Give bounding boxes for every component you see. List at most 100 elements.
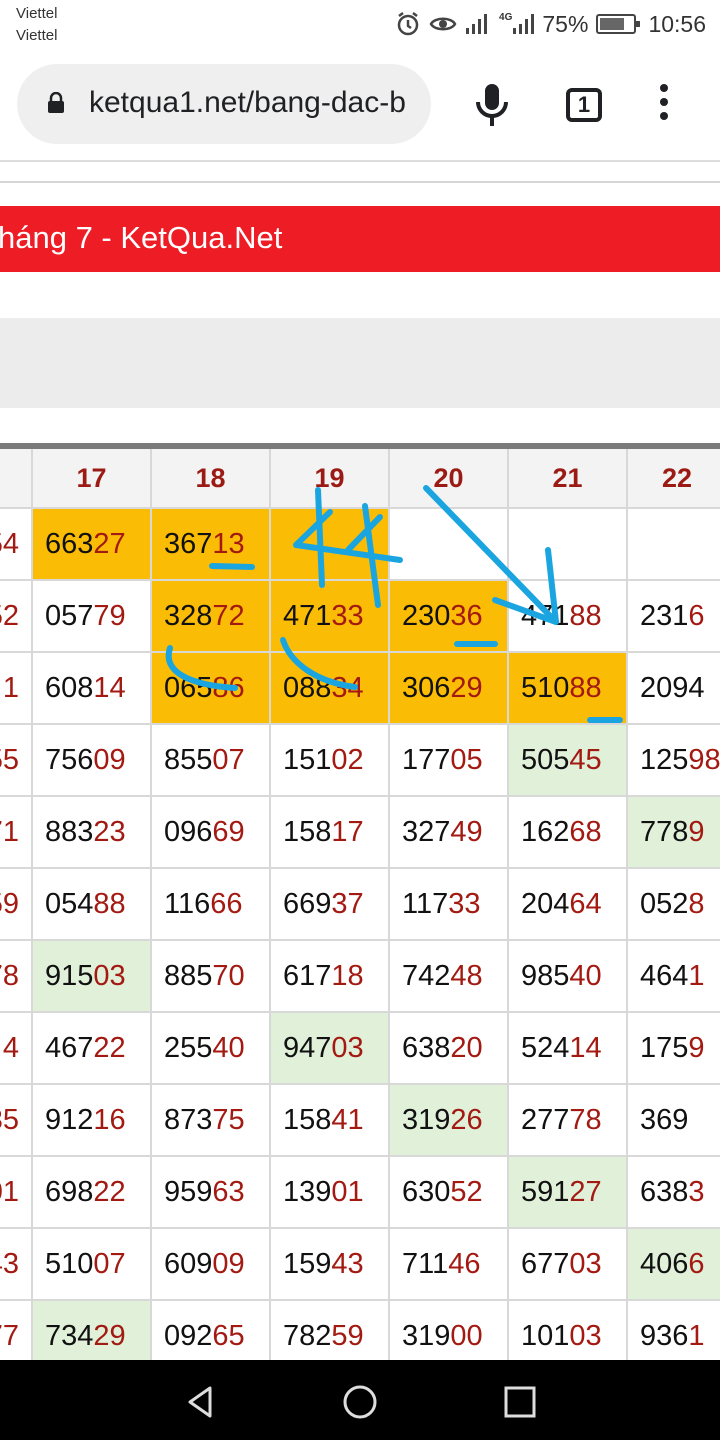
table-cell: 638 3: [628, 1157, 720, 1229]
cell-tail-digits: 9: [688, 815, 705, 848]
cell-lead-digits: 885: [164, 959, 213, 992]
cell-tail-digits: 63: [212, 1175, 245, 1208]
cell-tail-digits: 29: [450, 671, 483, 704]
cell-tail-digits: 52: [450, 1175, 483, 1208]
tab-switcher-button[interactable]: 1: [566, 88, 602, 122]
cell-lead-digits: 638: [402, 1031, 451, 1064]
cell-tail-digits: 03: [569, 1247, 602, 1280]
table-header-cell: [0, 449, 33, 509]
home-icon[interactable]: [340, 1382, 380, 1422]
cell-lead-digits: 756: [45, 743, 94, 776]
cell-tail-digits: 66: [210, 887, 243, 920]
table-cell: 158 41: [271, 1085, 390, 1157]
table-header-day-18: 18: [152, 449, 271, 509]
table-cell: 698 22: [33, 1157, 152, 1229]
table-cell: 782 59: [271, 1301, 390, 1360]
table-cell: 116 66: [152, 869, 271, 941]
cell-tail-digits: 48: [450, 959, 483, 992]
table-cell: 855 07: [152, 725, 271, 797]
cell-lead-digits: 151: [283, 743, 332, 776]
more-menu-icon[interactable]: [654, 84, 674, 124]
table-cell: 669 37: [271, 869, 390, 941]
table-cell: 255 40: [152, 1013, 271, 1085]
cell-tail-digits: 6: [688, 599, 705, 632]
cell-tail-digits: 3: [688, 1175, 705, 1208]
table-cell: 54: [0, 509, 33, 581]
table-cell: 125 98: [628, 725, 720, 797]
microphone-icon[interactable]: [472, 82, 512, 128]
cell-lead-digits: 630: [402, 1175, 451, 1208]
table-cell: 663 27: [33, 509, 152, 581]
table-header-day-20: 20: [390, 449, 509, 509]
cell-lead-digits: 609: [164, 1247, 213, 1280]
cell-lead-digits: 912: [45, 1103, 94, 1136]
url-text[interactable]: ketqua1.net/bang-dac-b: [89, 86, 406, 120]
table-cell: 936 1: [628, 1301, 720, 1360]
cell-lead-digits: 101: [521, 1319, 570, 1352]
cell-tail-digits: 40: [569, 959, 602, 992]
status-bar: Viettel Viettel 4G 75% 10:56: [0, 0, 720, 50]
cell-tail-digits: 98: [688, 743, 720, 776]
table-cell: 367 13: [152, 509, 271, 581]
network-type-label: 4G: [499, 11, 513, 23]
cell-lead-digits: 096: [164, 815, 213, 848]
browser-toolbar: ketqua1.net/bang-dac-b 1: [0, 52, 720, 158]
cell-lead-digits: 464: [640, 959, 689, 992]
cell-tail-digits: 1: [688, 959, 705, 992]
cell-lead-digits: 608: [45, 671, 94, 704]
table-cell: 711 46: [390, 1229, 509, 1301]
table-cell: 43: [0, 1229, 33, 1301]
table-cell: 71: [0, 797, 33, 869]
cell-lead-digits: 139: [283, 1175, 332, 1208]
carrier-name-1: Viettel: [16, 5, 58, 22]
cell-tail-digits: 52: [0, 599, 19, 632]
back-icon[interactable]: [180, 1382, 220, 1422]
cell-tail-digits: 03: [93, 959, 126, 992]
address-bar[interactable]: ketqua1.net/bang-dac-b: [17, 64, 431, 144]
recents-icon[interactable]: [500, 1382, 540, 1422]
table-cell: 35: [0, 1085, 33, 1157]
cell-tail-digits: 49: [450, 815, 483, 848]
table-cell: 609 09: [152, 1229, 271, 1301]
cell-tail-digits: 9: [688, 1031, 705, 1064]
table-cell: 638 20: [390, 1013, 509, 1085]
cell-tail-digits: 14: [569, 1031, 602, 1064]
table-cell: 959 63: [152, 1157, 271, 1229]
cell-tail-digits: 27: [93, 527, 126, 560]
table-cell: 230 36: [390, 581, 509, 653]
cell-tail-digits: 88: [569, 599, 602, 632]
table-cell: 162 68: [509, 797, 628, 869]
cell-lead-digits: 471: [521, 599, 570, 632]
cell-lead-digits: 669: [283, 887, 332, 920]
table-cell: 885 70: [152, 941, 271, 1013]
table-cell: 677 03: [509, 1229, 628, 1301]
cell-lead-digits: 367: [164, 527, 213, 560]
cell-lead-digits: 2094: [640, 671, 705, 704]
table-cell: 151 02: [271, 725, 390, 797]
cell-tail-digits: 09: [212, 1247, 245, 1280]
eye-icon: [429, 13, 457, 35]
table-cell: 778 9: [628, 797, 720, 869]
cell-lead-digits: 936: [640, 1319, 689, 1352]
cell-lead-digits: 617: [283, 959, 332, 992]
cell-tail-digits: 23: [93, 815, 126, 848]
table-cell: 01: [0, 1157, 33, 1229]
cell-lead-digits: 406: [640, 1247, 689, 1280]
page-title: háng 7 - KetQua.Net: [0, 220, 283, 255]
cell-tail-digits: 14: [93, 671, 126, 704]
table-cell: 985 40: [509, 941, 628, 1013]
table-cell: 319 00: [390, 1301, 509, 1360]
cell-lead-digits: 711: [402, 1247, 449, 1280]
cell-lead-digits: 959: [164, 1175, 213, 1208]
table-cell: 2094: [628, 653, 720, 725]
ad-placeholder: [0, 318, 720, 408]
cell-lead-digits: 319: [402, 1103, 451, 1136]
alarm-icon: [395, 11, 421, 37]
table-cell: 052 8: [628, 869, 720, 941]
cell-lead-digits: 873: [164, 1103, 213, 1136]
table-cell: 328 72: [152, 581, 271, 653]
table-cell: 117 33: [390, 869, 509, 941]
table-cell: 915 03: [33, 941, 152, 1013]
cell-tail-digits: 68: [569, 815, 602, 848]
table-cell: 524 14: [509, 1013, 628, 1085]
